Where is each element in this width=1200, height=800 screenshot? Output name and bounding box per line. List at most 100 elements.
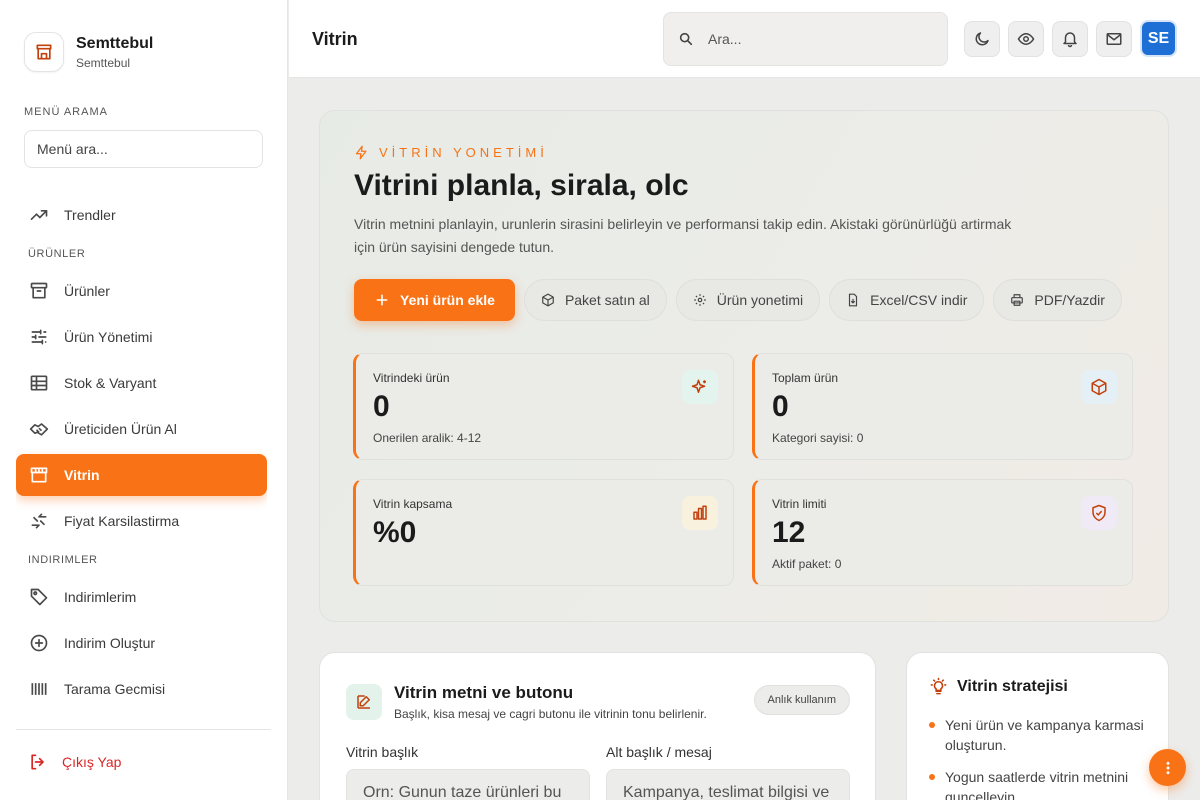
showcase-text-card: Vitrin metni ve butonu Başlık, kisa mesa… — [319, 652, 876, 800]
stat-total-products: Toplam ürün 0 Kategori sayisi: 0 — [752, 353, 1133, 460]
sidebar-item-showcase[interactable]: Vitrin — [16, 454, 267, 496]
strategy-title: Vitrin stratejisi — [957, 678, 1068, 695]
search-icon — [678, 31, 694, 47]
sidebar-item-my-discounts[interactable]: Indirimlerim — [16, 576, 267, 618]
hero-title: Vitrini planla, sirala, olc — [354, 169, 689, 202]
box-icon — [541, 293, 555, 307]
showcase-strategy-card: Vitrin stratejisi Yeni ürün ve kampanya … — [906, 652, 1169, 800]
stat-sub: Kategori sayisi: 0 — [772, 431, 864, 445]
notifications-button[interactable] — [1052, 21, 1088, 57]
stat-label: Vitrin kapsama — [373, 497, 453, 511]
logout-button[interactable]: Çıkış Yap — [28, 752, 121, 772]
more-vertical-icon — [1160, 760, 1176, 776]
add-product-label: Yeni ürün ekle — [400, 292, 495, 308]
eye-icon — [1017, 30, 1035, 48]
print-pdf-button[interactable]: PDF/Yazdir — [993, 279, 1122, 321]
avatar[interactable]: SE — [1140, 20, 1177, 57]
store-icon — [24, 32, 64, 72]
hero-kicker-text: VİTRİN YONETİMİ — [379, 145, 548, 160]
brand-name: Semttebul — [76, 34, 154, 52]
sidebar-item-label: Ürünler — [64, 283, 110, 299]
stat-value: %0 — [373, 516, 417, 549]
logout-icon — [28, 752, 48, 772]
sidebar-divider — [16, 729, 271, 730]
add-product-button[interactable]: Yeni ürün ekle — [354, 279, 515, 321]
live-usage-badge: Anlık kullanım — [753, 685, 850, 715]
list-item: Yeni ürün ve kampanya karmasi oluşturun. — [929, 715, 1149, 755]
sidebar-item-label: Ürün Yönetimi — [64, 329, 153, 345]
sidebar-item-products[interactable]: Ürünler — [16, 270, 267, 312]
sidebar-item-label: Indirim Oluştur — [64, 635, 156, 651]
hero-kicker: VİTRİN YONETİMİ — [354, 145, 548, 160]
print-pdf-label: PDF/Yazdir — [1034, 292, 1105, 308]
sidebar-item-label: Fiyat Karsilastirma — [64, 513, 180, 529]
bolt-icon — [354, 145, 369, 160]
preview-button[interactable] — [1008, 21, 1044, 57]
trending-up-icon — [28, 204, 50, 226]
nav-section-discounts: INDIRIMLER — [28, 554, 98, 566]
menu-search-input[interactable] — [24, 130, 263, 168]
cube-icon — [1081, 370, 1117, 404]
storefront-icon — [28, 464, 50, 486]
sidebar-item-product-management[interactable]: Ürün Yönetimi — [16, 316, 267, 358]
archive-icon — [28, 280, 50, 302]
moon-icon — [973, 30, 991, 48]
stat-value: 0 — [373, 390, 390, 423]
edit-icon — [346, 684, 382, 720]
stat-value: 0 — [772, 390, 789, 423]
showcase-title-input[interactable] — [346, 769, 590, 800]
sidebar-item-scan-history[interactable]: Tarama Gecmisi — [16, 668, 267, 702]
messages-button[interactable] — [1096, 21, 1132, 57]
compare-arrows-icon — [28, 510, 50, 532]
text-card-title: Vitrin metni ve butonu — [394, 683, 574, 702]
brand-subtitle: Semttebul — [76, 55, 131, 70]
sidebar-item-label: Indirimlerim — [64, 589, 137, 605]
page-title: Vitrin — [312, 29, 358, 49]
theme-toggle-button[interactable] — [964, 21, 1000, 57]
file-download-icon — [846, 293, 860, 307]
sparkles-icon — [682, 370, 718, 404]
stat-label: Vitrindeki ürün — [373, 371, 450, 385]
showcase-message-input[interactable] — [606, 769, 850, 800]
strategy-tips: Yeni ürün ve kampanya karmasi oluşturun.… — [929, 715, 1149, 800]
stat-limit: Vitrin limiti 12 Aktif paket: 0 — [752, 479, 1133, 586]
product-management-button[interactable]: Ürün yonetimi — [675, 279, 821, 321]
bar-chart-icon — [682, 496, 718, 530]
gear-icon — [693, 293, 707, 307]
global-search[interactable] — [663, 12, 948, 66]
nav-section-products: ÜRÜNLER — [28, 248, 86, 260]
sidebar: Semttebul Semttebul MENÜ ARAMA Trendler … — [0, 0, 288, 800]
stat-label: Vitrin limiti — [772, 497, 827, 511]
sidebar-item-create-discount[interactable]: Indirim Oluştur — [16, 622, 267, 664]
buy-package-button[interactable]: Paket satın al — [523, 279, 667, 321]
hero-actions: Yeni ürün ekle Paket satın al Ürün yonet… — [354, 279, 1122, 321]
sidebar-item-stock-variant[interactable]: Stok & Varyant — [16, 362, 267, 404]
sidebar-item-label: Stok & Varyant — [64, 375, 157, 391]
sidebar-item-label: Trendler — [64, 207, 116, 223]
logout-label: Çıkış Yap — [62, 754, 122, 770]
bell-icon — [1061, 30, 1079, 48]
buy-package-label: Paket satın al — [564, 292, 650, 308]
handshake-icon — [28, 418, 50, 440]
search-input[interactable] — [708, 31, 928, 47]
lightbulb-icon — [929, 677, 948, 696]
showcase-message-label: Alt başlık / mesaj — [606, 744, 712, 760]
stat-sub: Aktif paket: 0 — [772, 557, 842, 571]
sidebar-item-trends[interactable]: Trendler — [16, 194, 267, 236]
showcase-hero: VİTRİN YONETİMİ Vitrini planla, sirala, … — [319, 110, 1169, 622]
floating-menu-button[interactable] — [1149, 749, 1186, 786]
tag-icon — [28, 586, 50, 608]
sidebar-item-from-producer[interactable]: Üreticiden Ürün Al — [16, 408, 267, 450]
showcase-title-label: Vitrin başlık — [346, 744, 419, 760]
stat-sub: Onerilen aralik: 4-12 — [373, 431, 482, 445]
export-csv-button[interactable]: Excel/CSV indir — [829, 279, 985, 321]
plus-icon — [374, 292, 390, 308]
brand[interactable]: Semttebul Semttebul — [24, 32, 153, 72]
sidebar-nav: Trendler ÜRÜNLER Ürünler Ürün Yönetimi S… — [16, 194, 267, 702]
barcode-icon — [28, 678, 50, 700]
menu-search-label: MENÜ ARAMA — [24, 106, 108, 118]
sidebar-item-label: Üreticiden Ürün Al — [64, 421, 177, 437]
sidebar-item-price-compare[interactable]: Fiyat Karsilastirma — [16, 500, 267, 542]
stat-coverage: Vitrin kapsama %0 — [353, 479, 734, 586]
stat-label: Toplam ürün — [772, 371, 839, 385]
